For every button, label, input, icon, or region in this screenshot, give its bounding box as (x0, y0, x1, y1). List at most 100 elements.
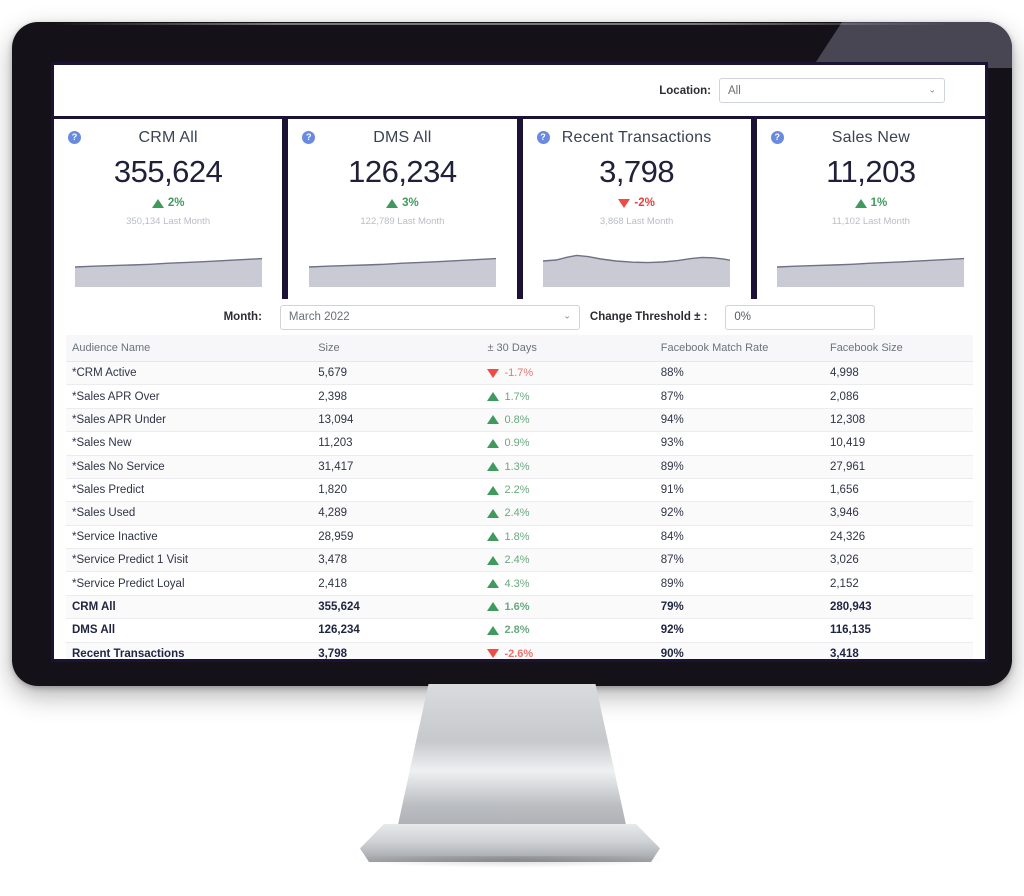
monitor-stand-shadow (352, 856, 670, 868)
bezel-sheen (52, 23, 952, 25)
table-row[interactable]: Recent Transactions 3,798 -2.6% 90% 3,418 (66, 642, 973, 660)
cell-facebook-match-rate: 89% (654, 455, 824, 479)
cell-facebook-size: 3,418 (823, 642, 973, 659)
location-label: Location: (659, 84, 711, 97)
cell-size: 5,679 (312, 361, 482, 386)
cell-change-30-days: -1.7% (481, 361, 655, 386)
arrow-up-icon (487, 485, 500, 495)
change-value: 4.3% (504, 577, 530, 590)
table-row[interactable]: *Sales New 11,203 0.9% 93% 10,419 (66, 431, 973, 456)
table-row[interactable]: *Service Predict Loyal 2,418 4.3% 89% 2,152 (66, 571, 973, 596)
kpi-delta: 2% (151, 197, 185, 209)
help-icon[interactable]: ? (770, 131, 784, 144)
cell-size: 4,289 (312, 501, 482, 526)
table-row[interactable]: *CRM Active 5,679 -1.7% 88% 4,998 (66, 361, 973, 386)
cell-change-30-days: 1.3% (481, 455, 655, 479)
cell-change-30-days: -2.6% (481, 642, 655, 660)
chevron-down-icon: ⌄ (563, 310, 571, 321)
cell-audience-name: *Sales Used (66, 501, 313, 526)
table-row[interactable]: *Sales Predict 1,820 2.2% 91% 1,656 (66, 478, 973, 503)
kpi-sparkline (74, 257, 262, 287)
change-value: 2.4% (504, 507, 530, 520)
column-header[interactable]: Facebook Match Rate (654, 335, 824, 362)
cell-facebook-match-rate: 94% (654, 408, 824, 433)
change-value: 0.8% (504, 413, 530, 426)
cell-size: 13,094 (312, 408, 482, 433)
kpi-card-row: ? CRM All 355,624 2% 350,134 Last Month? DMS … (54, 119, 985, 299)
cell-facebook-match-rate: 92% (654, 618, 824, 643)
kpi-value: 3,798 (599, 154, 675, 189)
cell-size: 28,959 (312, 525, 482, 550)
change-value: 2.8% (504, 624, 530, 637)
change-value: 2.2% (504, 484, 530, 497)
cell-size: 355,624 (312, 595, 482, 620)
change-value: 2.4% (504, 554, 530, 567)
table-row[interactable]: *Sales No Service 31,417 1.3% 89% 27,961 (66, 455, 973, 479)
cell-audience-name: *Service Predict 1 Visit (66, 548, 313, 573)
cell-facebook-match-rate: 88% (654, 361, 824, 386)
kpi-last-month: 350,134 Last Month (126, 216, 211, 227)
change-value: -2.6% (504, 647, 534, 660)
cell-facebook-size: 24,326 (823, 525, 973, 550)
cell-audience-name: CRM All (66, 595, 313, 620)
cell-size: 31,417 (312, 455, 482, 479)
kpi-delta-text: 3% (402, 197, 419, 209)
cell-facebook-size: 280,943 (823, 595, 973, 620)
column-header[interactable]: Facebook Size (823, 335, 973, 362)
kpi-delta-text: 1% (870, 197, 888, 209)
cell-size: 3,798 (312, 642, 482, 659)
table-row[interactable]: *Service Predict 1 Visit 3,478 2.4% 87% 3,02… (66, 548, 973, 573)
change-threshold-input[interactable]: 0% (725, 304, 876, 330)
help-icon[interactable]: ? (536, 131, 550, 144)
arrow-up-icon (487, 392, 500, 402)
column-header[interactable]: ± 30 Days (481, 335, 655, 362)
table-row[interactable]: DMS All 126,234 2.8% 92% 116,135 (66, 618, 973, 643)
arrow-up-icon (386, 198, 399, 208)
cell-facebook-size: 1,656 (823, 478, 973, 503)
column-header[interactable]: Size (312, 335, 482, 362)
arrow-down-icon (618, 198, 631, 208)
month-select[interactable]: March 2022 ⌄ (279, 304, 580, 330)
cell-audience-name: *Service Predict Loyal (66, 571, 313, 596)
table-row[interactable]: *Sales APR Under 13,094 0.8% 94% 12,308 (66, 408, 973, 433)
kpi-value: 11,203 (826, 154, 916, 189)
cell-audience-name: DMS All (66, 618, 313, 643)
kpi-card-sales-new: ? Sales New 11,203 1% 11,102 Last Month (756, 119, 985, 299)
kpi-title: Recent Transactions (561, 129, 712, 146)
location-select-value: All (728, 84, 741, 97)
location-select[interactable]: All ⌄ (719, 78, 945, 103)
kpi-delta-text: 2% (167, 197, 185, 209)
column-header[interactable]: Audience Name (66, 335, 313, 362)
arrow-up-icon (854, 198, 867, 208)
dashboard-app: Location: All ⌄ ? CRM All 355,624 2% 350,134… (54, 65, 985, 659)
kpi-last-month: 3,868 Last Month (599, 216, 674, 227)
change-threshold-value: 0% (734, 311, 752, 323)
top-filter-bar: Location: All ⌄ (54, 65, 985, 119)
month-label: Month: (223, 311, 262, 323)
table-row[interactable]: *Service Inactive 28,959 1.8% 84% 24,326 (66, 525, 973, 550)
table-row[interactable]: *Sales Used 4,289 2.4% 92% 3,946 (66, 501, 973, 526)
arrow-up-icon (487, 602, 500, 612)
cell-facebook-size: 116,135 (823, 618, 973, 643)
kpi-title: Sales New (831, 129, 911, 146)
change-value: 1.6% (504, 600, 530, 613)
cell-facebook-match-rate: 89% (654, 571, 824, 596)
cell-facebook-size: 2,152 (823, 571, 973, 596)
table-row[interactable]: CRM All 355,624 1.6% 79% 280,943 (66, 595, 973, 620)
kpi-delta-text: -2% (634, 197, 655, 209)
arrow-up-icon (487, 462, 500, 472)
table-row[interactable]: *Sales APR Over 2,398 1.7% 87% 2,086 (66, 384, 973, 409)
cell-audience-name: *Sales No Service (66, 455, 313, 479)
kpi-card-crm-all: ? CRM All 355,624 2% 350,134 Last Month (54, 119, 283, 299)
monitor-bezel: Location: All ⌄ ? CRM All 355,624 2% 350,134… (12, 22, 1012, 686)
screen: Location: All ⌄ ? CRM All 355,624 2% 350,134… (51, 62, 988, 662)
help-icon[interactable]: ? (68, 131, 81, 144)
change-value: 1.7% (504, 390, 530, 403)
audience-table-wrapper: Audience Name Size ± 30 Days Facebook Match… (54, 335, 985, 660)
cell-change-30-days: 2.4% (481, 501, 655, 526)
arrow-up-icon (487, 579, 500, 589)
change-value: 1.3% (504, 460, 530, 473)
help-icon[interactable]: ? (302, 131, 316, 144)
cell-facebook-match-rate: 90% (654, 642, 824, 659)
cell-facebook-match-rate: 79% (654, 595, 824, 620)
